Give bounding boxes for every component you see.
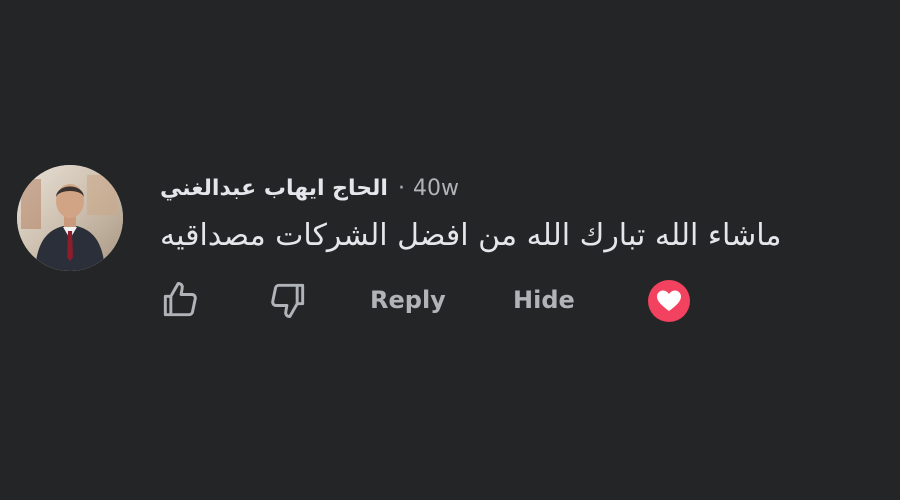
comment-text: ماشاء الله تبارك الله من افضل الشركات مص… <box>160 218 782 253</box>
thumbs-down-icon <box>271 283 305 318</box>
reaction-badge[interactable] <box>646 278 692 324</box>
dislike-button[interactable] <box>265 278 311 322</box>
hide-button[interactable]: Hide <box>513 284 575 316</box>
author-name[interactable]: الحاج ايهاب عبدالغني <box>160 176 388 201</box>
reply-button[interactable]: Reply <box>370 284 446 316</box>
like-button[interactable] <box>157 278 203 322</box>
comment-meta: الحاج ايهاب عبدالغني · 40w <box>160 172 459 204</box>
meta-separator: · <box>397 175 405 201</box>
comment-container: الحاج ايهاب عبدالغني · 40w ماشاء الله تب… <box>0 0 900 500</box>
thumbs-up-icon <box>163 282 197 317</box>
avatar[interactable] <box>17 165 123 271</box>
comment-actions: Reply Hide <box>0 270 900 330</box>
avatar-photo <box>17 165 123 271</box>
heart-icon <box>648 280 690 322</box>
timestamp[interactable]: 40w <box>413 176 459 201</box>
